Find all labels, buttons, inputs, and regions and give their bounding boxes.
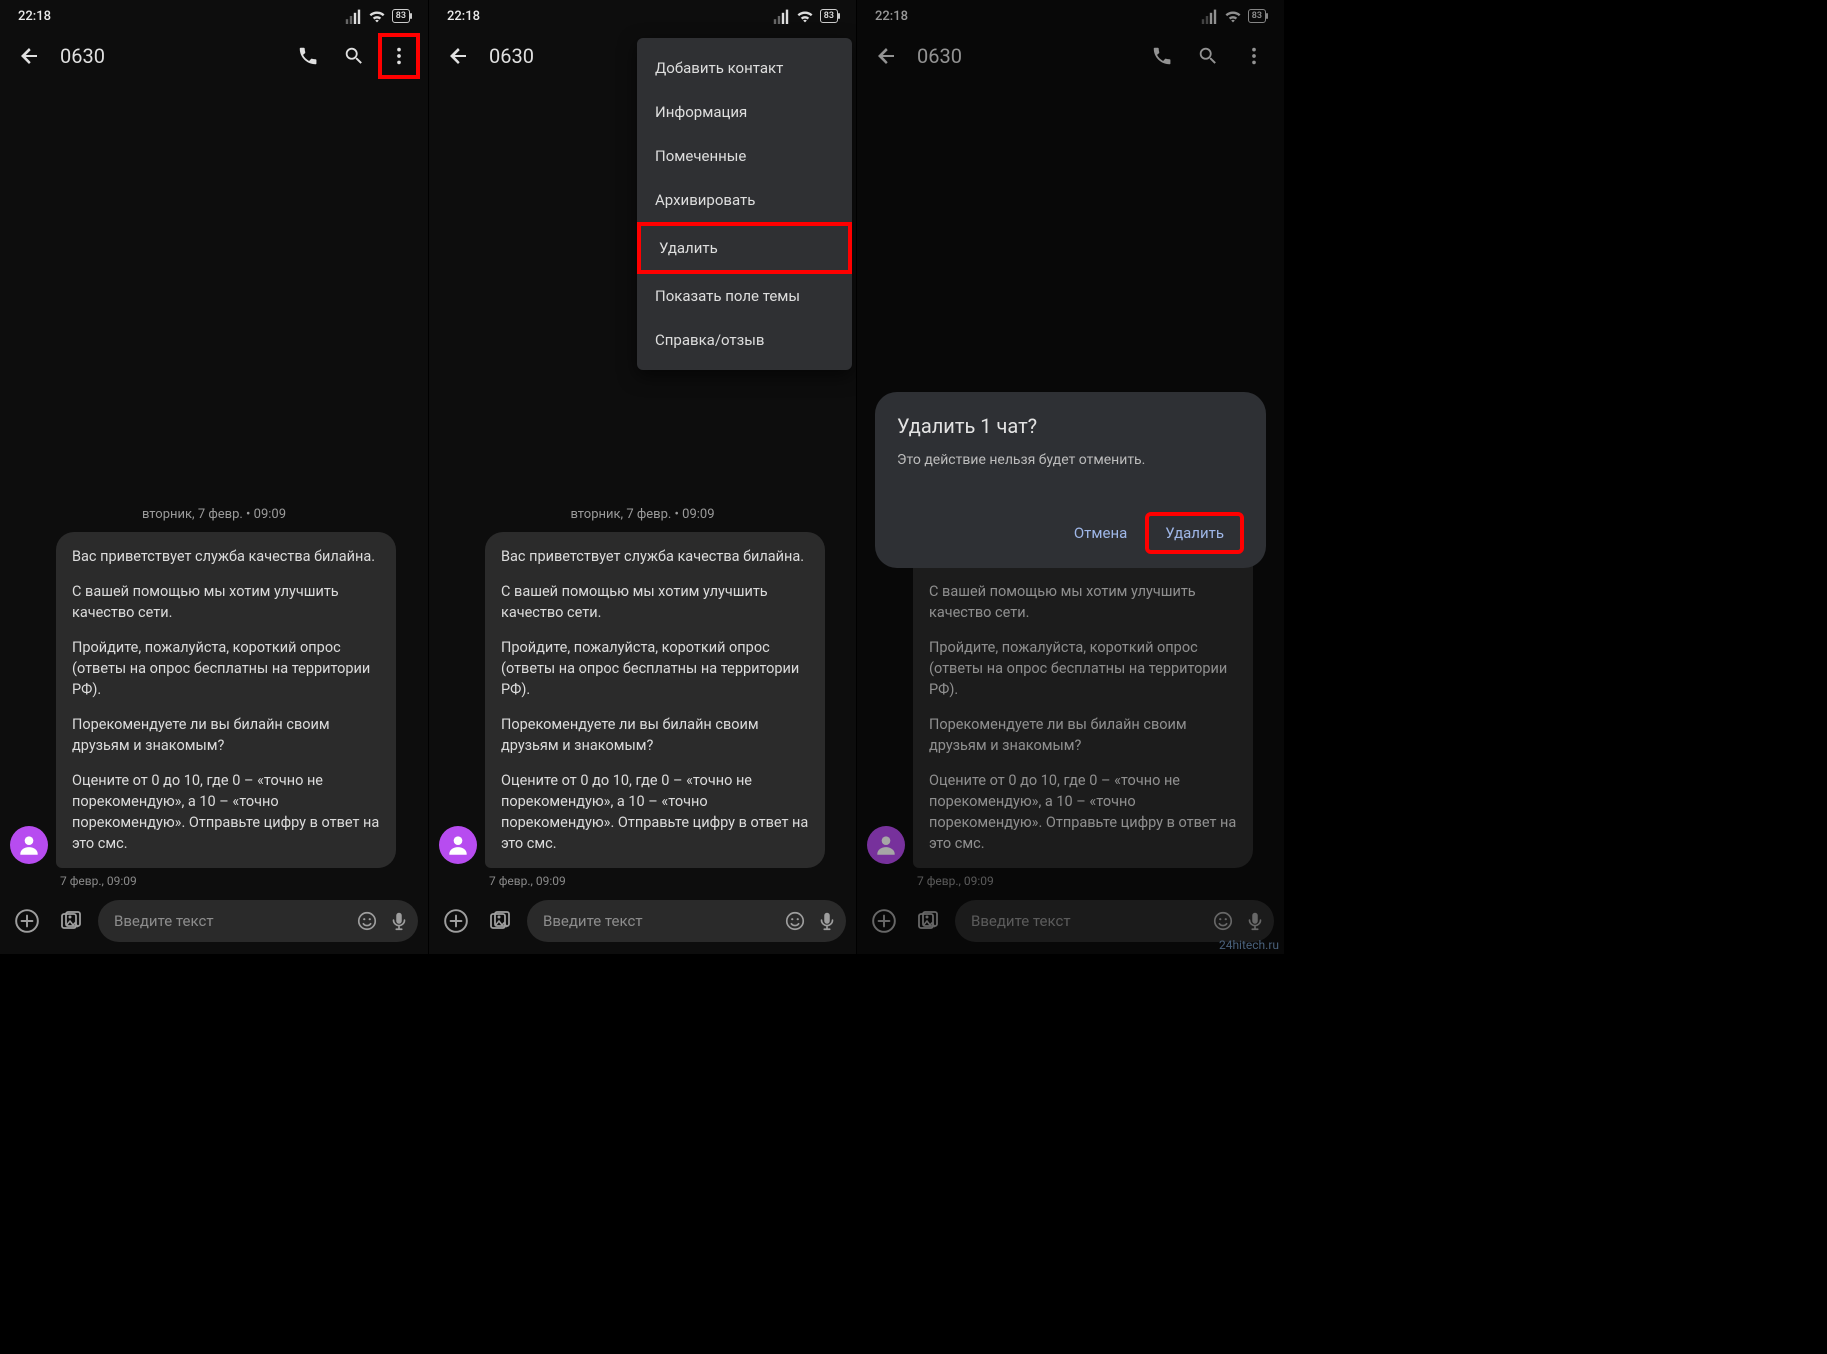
status-bar: 22:18 83	[429, 0, 856, 28]
menu-add-contact[interactable]: Добавить контакт	[637, 46, 852, 90]
emoji-icon[interactable]	[356, 910, 378, 932]
status-indicators: 83	[772, 8, 838, 24]
delete-dialog: Удалить 1 чат? Это действие нельзя будет…	[875, 392, 1266, 568]
attach-button[interactable]	[10, 904, 44, 938]
message-time: 7 февр., 09:09	[56, 868, 418, 888]
date-divider: вторник, 7 февр. • 09:09	[429, 501, 856, 532]
status-time: 22:18	[447, 9, 480, 24]
dialog-confirm-button-highlighted[interactable]: Удалить	[1145, 512, 1244, 554]
watermark: 24hitech.ru	[1219, 938, 1279, 952]
sender-avatar[interactable]	[439, 826, 477, 864]
plus-icon	[14, 908, 40, 934]
emoji-icon[interactable]	[784, 910, 806, 932]
message-row: Вас приветствует служба качества билайна…	[429, 532, 856, 892]
battery-indicator: 83	[392, 9, 410, 23]
search-button[interactable]	[332, 34, 376, 78]
menu-delete-highlighted[interactable]: Удалить	[637, 222, 852, 274]
message-time: 7 февр., 09:09	[485, 868, 846, 888]
app-bar: 0630	[0, 28, 428, 84]
compose-placeholder: Введите текст	[543, 912, 784, 930]
message-thread: вторник, 7 февр. • 09:09 Вас приветствуе…	[0, 501, 428, 892]
msg-p4: Порекомендуете ли вы билайн своим друзья…	[72, 714, 380, 756]
compose-placeholder: Введите текст	[114, 912, 356, 930]
plus-icon	[443, 908, 469, 934]
status-bar: 22:18 83	[0, 0, 428, 28]
menu-archive[interactable]: Архивировать	[637, 178, 852, 222]
msg-p1: Вас приветствует служба качества билайна…	[72, 546, 380, 567]
status-indicators: 83	[344, 8, 410, 24]
msg-p2: С вашей помощью мы хотим улучшить качест…	[501, 581, 809, 623]
message-thread: вторник, 7 февр. • 09:09 Вас приветствуе…	[429, 501, 856, 892]
message-bubble[interactable]: Вас приветствует служба качества билайна…	[485, 532, 825, 868]
msg-p5: Оцените от 0 до 10, где 0 – «точно не по…	[72, 770, 380, 854]
menu-show-subject[interactable]: Показать поле темы	[637, 274, 852, 318]
back-icon	[447, 44, 471, 68]
person-icon	[445, 832, 471, 858]
panel-step3: 22:18 83 0630 вторник, 7 февр. • 09:09 В…	[856, 0, 1284, 954]
menu-help[interactable]: Справка/отзыв	[637, 318, 852, 362]
dialog-cancel-button[interactable]: Отмена	[1060, 514, 1141, 552]
more-icon	[388, 45, 410, 67]
compose-bar: Введите текст	[0, 894, 428, 954]
gallery-button[interactable]	[483, 904, 517, 938]
compose-bar: Введите текст	[429, 894, 856, 954]
mic-icon[interactable]	[388, 910, 410, 932]
wifi-icon	[796, 8, 814, 24]
dialog-message: Это действие нельзя будет отменить.	[897, 452, 1244, 468]
battery-indicator: 83	[820, 9, 838, 23]
menu-starred[interactable]: Помеченные	[637, 134, 852, 178]
search-icon	[343, 45, 365, 67]
back-button[interactable]	[8, 34, 52, 78]
gallery-icon	[59, 909, 83, 933]
compose-input[interactable]: Введите текст	[527, 900, 846, 942]
conversation-title[interactable]: 0630	[52, 44, 286, 68]
msg-p3: Пройдите, пожалуйста, короткий опрос (от…	[501, 637, 809, 700]
attach-button[interactable]	[439, 904, 473, 938]
status-time: 22:18	[18, 9, 51, 24]
signal-icon	[772, 8, 790, 24]
compose-input[interactable]: Введите текст	[98, 900, 418, 942]
call-button[interactable]	[286, 34, 330, 78]
msg-p5: Оцените от 0 до 10, где 0 – «точно не по…	[501, 770, 809, 854]
msg-p1: Вас приветствует служба качества билайна…	[501, 546, 809, 567]
sender-avatar[interactable]	[10, 826, 48, 864]
date-divider: вторник, 7 февр. • 09:09	[0, 501, 428, 532]
back-button[interactable]	[437, 34, 481, 78]
panel-step2: 22:18 83 0630 Добавить контакт Информаци…	[428, 0, 856, 954]
phone-icon	[297, 45, 319, 67]
overflow-menu: Добавить контакт Информация Помеченные А…	[637, 38, 852, 370]
msg-p2: С вашей помощью мы хотим улучшить качест…	[72, 581, 380, 623]
dialog-title: Удалить 1 чат?	[897, 414, 1244, 438]
back-icon	[18, 44, 42, 68]
signal-icon	[344, 8, 362, 24]
panel-step1: 22:18 83 0630 вторник, 7 февр. • 09:09 В…	[0, 0, 428, 954]
message-row: Вас приветствует служба качества билайна…	[0, 532, 428, 892]
msg-p3: Пройдите, пожалуйста, короткий опрос (от…	[72, 637, 380, 700]
menu-info[interactable]: Информация	[637, 90, 852, 134]
more-button-highlighted[interactable]	[378, 33, 420, 79]
mic-icon[interactable]	[816, 910, 838, 932]
gallery-button[interactable]	[54, 904, 88, 938]
person-icon	[16, 832, 42, 858]
gallery-icon	[488, 909, 512, 933]
wifi-icon	[368, 8, 386, 24]
message-bubble[interactable]: Вас приветствует служба качества билайна…	[56, 532, 396, 868]
msg-p4: Порекомендуете ли вы билайн своим друзья…	[501, 714, 809, 756]
dialog-actions: Отмена Удалить	[897, 512, 1244, 554]
